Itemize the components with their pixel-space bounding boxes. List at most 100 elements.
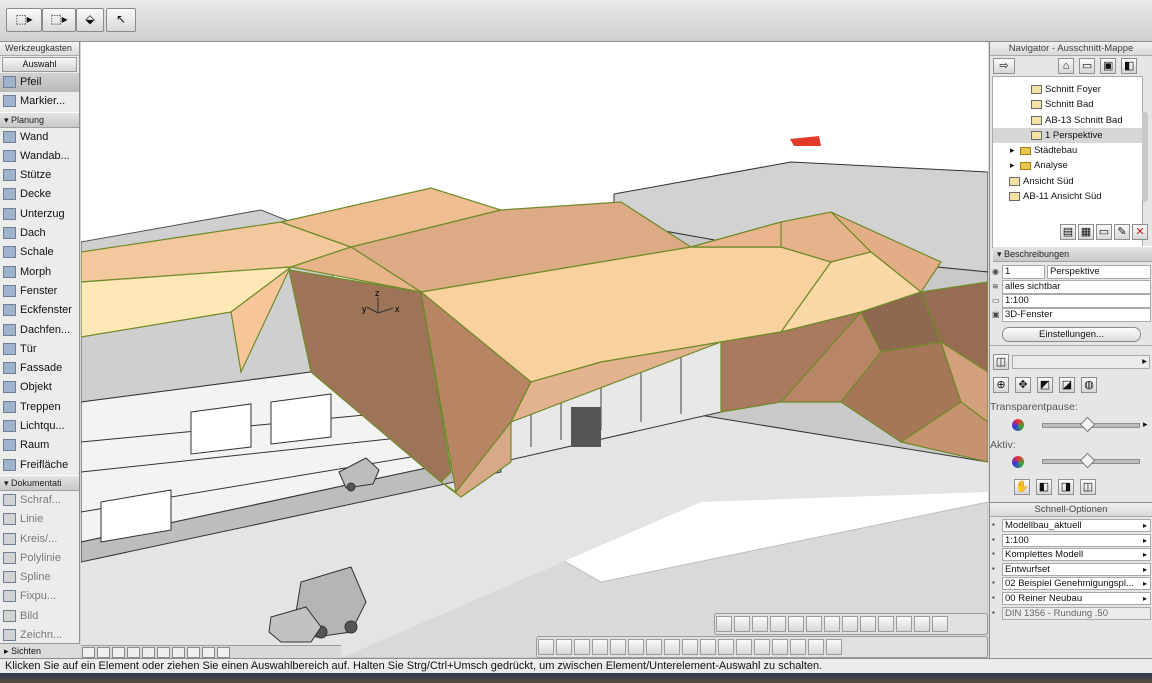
fit-icon[interactable] [112, 647, 125, 658]
tape-icon[interactable] [826, 639, 842, 655]
section-sichten[interactable]: ▸ Sichten [0, 643, 80, 658]
snap-icon[interactable] [932, 616, 948, 632]
quick-option-dropdown[interactable]: 00 Reiner Neubau ▸ [1002, 592, 1151, 605]
tool-door[interactable]: Tür [0, 340, 79, 359]
marker-icon[interactable] [790, 639, 806, 655]
trace-icon[interactable] [592, 639, 608, 655]
new-view-icon[interactable]: ▤ [1060, 224, 1076, 240]
mode-button[interactable]: Auswahl [2, 57, 77, 72]
section-planung[interactable]: ▾ Planung [0, 111, 79, 128]
view-id-field[interactable]: 1 [1002, 265, 1045, 279]
select-arrow-dropdown-button[interactable]: ⬚▸ [6, 8, 42, 32]
quick-option-dropdown[interactable]: Modellbau_aktuell ▸ [1002, 519, 1151, 532]
marquee-dropdown-button[interactable]: ⬚▸ [42, 8, 76, 32]
box-icon[interactable] [878, 616, 894, 632]
ellipse-icon[interactable] [788, 616, 804, 632]
mirror-ref-icon[interactable]: ◩ [1037, 377, 1053, 393]
shape-icon[interactable] [842, 616, 858, 632]
view-name-field[interactable]: Perspektive [1047, 265, 1151, 279]
sphere-icon[interactable] [770, 616, 786, 632]
orbit-icon[interactable] [172, 647, 185, 658]
tool-marquee[interactable]: Markier... [0, 92, 79, 111]
overlay-icon[interactable]: ◧ [1036, 479, 1052, 495]
swap-icon[interactable]: ◨ [1058, 479, 1074, 495]
expand-arrow-icon[interactable]: ▸ [1143, 419, 1148, 430]
scale-field[interactable]: 1:100 [1002, 294, 1151, 308]
quick-option-dropdown[interactable]: Komplettes Modell ▸ [1002, 548, 1151, 562]
pan-icon[interactable] [157, 647, 170, 658]
tool-hotspot[interactable]: Fixpu... [0, 587, 79, 606]
window-type-field[interactable]: 3D-Fenster [1002, 308, 1151, 322]
tool-facade[interactable]: Fassade [0, 359, 79, 378]
tool-hatch[interactable]: Schraf... [0, 491, 79, 510]
intersect-icon[interactable] [754, 639, 770, 655]
project-map-icon[interactable]: ⌂ [1058, 58, 1075, 74]
pointer-button[interactable]: ↖ [106, 8, 136, 32]
line-tool-icon[interactable] [664, 639, 680, 655]
compare-icon[interactable]: ◍ [1081, 377, 1097, 393]
paint-icon[interactable] [716, 616, 732, 632]
close-icon[interactable] [538, 639, 554, 655]
view-map-icon[interactable]: ▭ [1079, 58, 1096, 74]
check-icon[interactable] [718, 639, 734, 655]
tool-spline[interactable]: Spline [0, 568, 79, 587]
tool-figure[interactable]: Bild [0, 607, 79, 626]
guide-icon[interactable] [574, 639, 590, 655]
section-beschreibungen[interactable]: ▾ Beschreibungen [993, 246, 1152, 262]
reset-ref-icon[interactable]: ◪ [1059, 377, 1075, 393]
tool-wall[interactable]: Wand [0, 128, 79, 147]
tree-row[interactable]: Schnitt Foyer [993, 82, 1142, 97]
magic-wand-icon[interactable] [646, 639, 662, 655]
hand-icon[interactable]: ✋ [1014, 479, 1030, 495]
settings-button[interactable]: Einstellungen... [1002, 327, 1141, 342]
section-dokumentation[interactable]: ▾ Dokumentati [0, 474, 79, 491]
curve-icon[interactable] [824, 616, 840, 632]
cut-icon[interactable] [896, 616, 912, 632]
tool-shell[interactable]: Schale [0, 243, 79, 262]
zoom-in-icon[interactable] [127, 647, 140, 658]
tool-slab[interactable]: Decke [0, 185, 79, 204]
disclosure-triangle-icon[interactable]: ▸ [1010, 143, 1015, 158]
door-tool-icon[interactable] [628, 639, 644, 655]
grid-icon[interactable] [556, 639, 572, 655]
snap-point-icon[interactable] [736, 639, 752, 655]
tool-arrow[interactable]: Pfeil [0, 73, 79, 93]
tool-mesh[interactable]: Freifläche [0, 456, 79, 475]
measure-icon[interactable] [808, 639, 824, 655]
color-wheel-icon[interactable] [1012, 419, 1024, 431]
tree-row[interactable]: AB-13 Schnitt Bad [993, 113, 1142, 128]
tool-circle[interactable]: Kreis/... [0, 530, 79, 549]
diagonal-icon[interactable] [700, 639, 716, 655]
rename-icon[interactable]: ✎ [1114, 224, 1130, 240]
fill-button[interactable]: ⬙ [76, 8, 104, 32]
color-wheel-icon[interactable] [1012, 456, 1024, 468]
zoom-out-icon[interactable] [142, 647, 155, 658]
delete-icon[interactable]: ✕ [1132, 224, 1148, 240]
publish-icon[interactable]: ⇨ [993, 58, 1015, 74]
tool-polyline[interactable]: Polylinie [0, 549, 79, 568]
reset-view-icon[interactable] [202, 647, 215, 658]
publisher-icon[interactable]: ◧ [1121, 58, 1138, 74]
clone-folder-icon[interactable]: ▦ [1078, 224, 1094, 240]
tool-skylight[interactable]: Dachfen... [0, 321, 79, 340]
quick-option-dropdown[interactable]: 02 Beispiel Genehmigungspl... ▸ [1002, 577, 1151, 591]
3d-model-render[interactable]: z y x [81, 42, 988, 658]
rotate-ref-icon[interactable]: ✥ [1015, 377, 1031, 393]
layout-book-icon[interactable]: ▣ [1100, 58, 1117, 74]
transparent-slider-knob[interactable] [1079, 416, 1096, 433]
tree-row[interactable]: 1 Perspektive [993, 127, 1142, 144]
tool-morph[interactable]: Morph [0, 263, 79, 282]
tool-window[interactable]: Fenster [0, 282, 79, 301]
layout-icon[interactable] [914, 616, 930, 632]
pen-icon[interactable] [860, 616, 876, 632]
frame-icon[interactable]: ◫ [1080, 479, 1096, 495]
eyedropper-icon[interactable] [734, 616, 750, 632]
tool-corner-window[interactable]: Eckfenster [0, 301, 79, 320]
tool-line[interactable]: Linie [0, 510, 79, 529]
tree-row[interactable]: ▸ Analyse [993, 158, 1142, 173]
explore-icon[interactable] [187, 647, 200, 658]
tool-stairs[interactable]: Treppen [0, 398, 79, 417]
tree-row[interactable]: ▸ Städtebau [993, 143, 1142, 158]
tool-lamp[interactable]: Lichtqu... [0, 417, 79, 436]
fill-tool-icon[interactable] [610, 639, 626, 655]
